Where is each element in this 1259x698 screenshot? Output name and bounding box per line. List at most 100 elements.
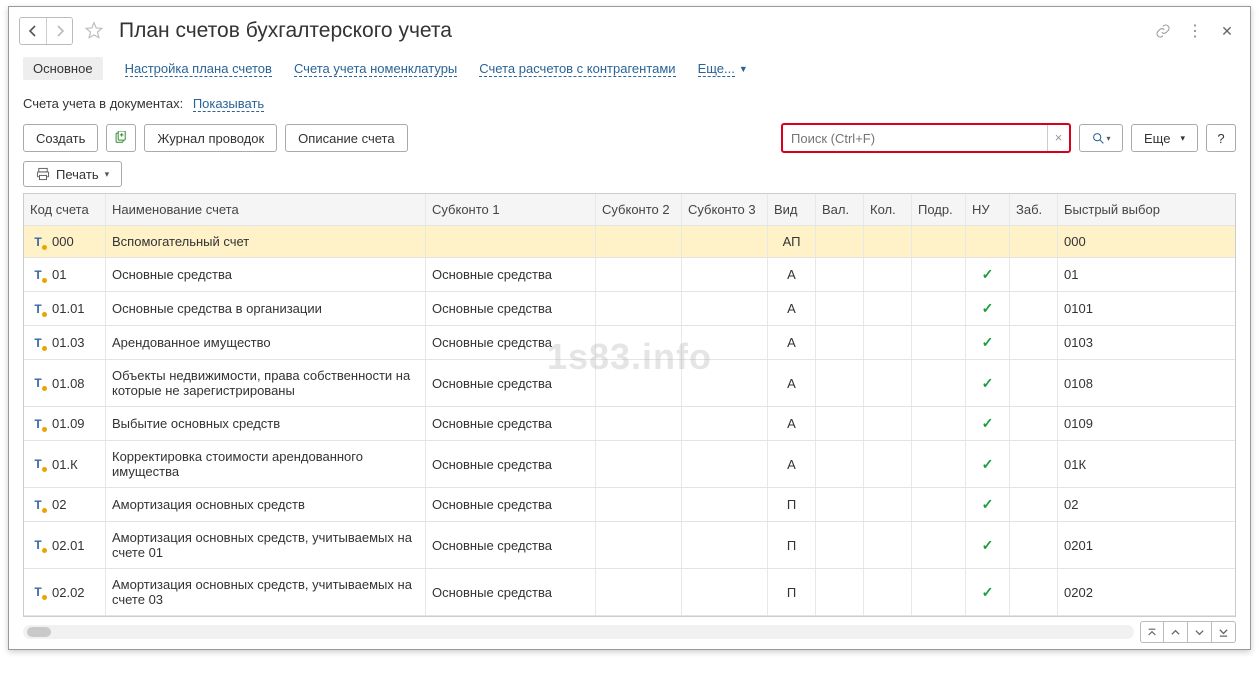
col-zab[interactable]: Заб.: [1010, 194, 1058, 225]
account-type-icon: T: [30, 302, 46, 316]
print-button[interactable]: Печать ▾: [23, 161, 122, 187]
fast-text: 0101: [1064, 301, 1093, 316]
table-row[interactable]: T02.02Амортизация основных средств, учит…: [24, 569, 1235, 616]
create-button[interactable]: Создать: [23, 124, 98, 152]
sk1-text: Основные средства: [432, 497, 552, 512]
scroll-top-button[interactable]: [1140, 621, 1164, 643]
more-button[interactable]: Еще▾: [1131, 124, 1198, 152]
table-row[interactable]: T01.09Выбытие основных средствОсновные с…: [24, 407, 1235, 441]
tab-main[interactable]: Основное: [23, 57, 103, 80]
vid-text: П: [787, 585, 796, 600]
sk1-text: Основные средства: [432, 376, 552, 391]
fast-text: 0201: [1064, 538, 1093, 553]
code-text: 01: [52, 267, 66, 282]
tab-more[interactable]: Еще... ▼: [698, 61, 748, 77]
account-type-icon: T: [30, 417, 46, 431]
account-type-icon: T: [30, 538, 46, 552]
create-copy-button[interactable]: [106, 124, 136, 152]
name-text: Основные средства в организации: [112, 301, 322, 316]
col-val[interactable]: Вал.: [816, 194, 864, 225]
col-fast[interactable]: Быстрый выбор: [1058, 194, 1218, 225]
table-row[interactable]: T000Вспомогательный счетАП000: [24, 226, 1235, 258]
code-text: 01.03: [52, 335, 85, 350]
vid-text: П: [787, 497, 796, 512]
vid-text: АП: [783, 234, 801, 249]
check-icon: ✓: [982, 584, 994, 601]
sk1-text: Основные средства: [432, 538, 552, 553]
code-text: 02.01: [52, 538, 85, 553]
sk1-text: Основные средства: [432, 267, 552, 282]
table-row[interactable]: T02Амортизация основных средствОсновные …: [24, 488, 1235, 522]
favorite-icon[interactable]: [83, 20, 105, 42]
back-button[interactable]: [20, 18, 46, 44]
code-text: 01.01: [52, 301, 85, 316]
subline-link[interactable]: Показывать: [193, 96, 264, 112]
name-text: Основные средства: [112, 267, 232, 282]
check-icon: ✓: [982, 537, 994, 554]
tab-plan-settings[interactable]: Настройка плана счетов: [125, 61, 272, 77]
account-type-icon: T: [30, 336, 46, 350]
check-icon: ✓: [982, 334, 994, 351]
scroll-down-button[interactable]: [1188, 621, 1212, 643]
tab-nomenclature-accounts[interactable]: Счета учета номенклатуры: [294, 61, 457, 77]
name-text: Амортизация основных средств, учитываемы…: [112, 530, 419, 560]
col-podr[interactable]: Подр.: [912, 194, 966, 225]
col-vid[interactable]: Вид: [768, 194, 816, 225]
account-type-icon: T: [30, 457, 46, 471]
col-kol[interactable]: Кол.: [864, 194, 912, 225]
journal-button[interactable]: Журнал проводок: [144, 124, 277, 152]
col-code[interactable]: Код счета: [24, 194, 106, 225]
table-row[interactable]: T 02.01 Амортизация основных средств, учит…: [24, 522, 1235, 569]
col-sk3[interactable]: Субконто 3: [682, 194, 768, 225]
describe-account-button[interactable]: Описание счета: [285, 124, 407, 152]
fast-text: 0202: [1064, 585, 1093, 600]
search-dropdown-button[interactable]: ▾: [1079, 124, 1123, 152]
col-name[interactable]: Наименование счета: [106, 194, 426, 225]
check-icon: ✓: [982, 300, 994, 317]
col-sk2[interactable]: Субконто 2: [596, 194, 682, 225]
scroll-bottom-button[interactable]: [1212, 621, 1236, 643]
search-clear-button[interactable]: ×: [1047, 125, 1069, 151]
tab-counterparty-accounts[interactable]: Счета расчетов с контрагентами: [479, 61, 675, 77]
col-nu[interactable]: НУ: [966, 194, 1010, 225]
chevron-down-icon: ▼: [739, 64, 748, 74]
vid-text: А: [787, 416, 796, 431]
table-row[interactable]: T01Основные средстваОсновные средстваА✓0…: [24, 258, 1235, 292]
search-field: ×: [781, 123, 1071, 153]
fast-text: 0103: [1064, 335, 1093, 350]
check-icon: ✓: [982, 266, 994, 283]
help-button[interactable]: ?: [1206, 124, 1236, 152]
account-type-icon: T: [30, 268, 46, 282]
table-row[interactable]: T 01.К Корректировка стоимости арендованно…: [24, 441, 1235, 488]
table-row[interactable]: T 01.01 Основные средства в организации Осн…: [24, 292, 1235, 326]
code-text: 02: [52, 497, 66, 512]
subline-label: Счета учета в документах:: [23, 96, 183, 111]
check-icon: ✓: [982, 496, 994, 513]
fast-text: 000: [1064, 234, 1086, 249]
forward-button[interactable]: [46, 18, 72, 44]
scroll-up-button[interactable]: [1164, 621, 1188, 643]
sk1-text: Основные средства: [432, 457, 552, 472]
close-icon[interactable]: ✕: [1218, 22, 1236, 40]
horizontal-scrollbar[interactable]: [23, 625, 1134, 639]
search-input[interactable]: [783, 125, 1047, 151]
page-title: План счетов бухгалтерского учета: [119, 19, 1148, 43]
fast-text: 0108: [1064, 376, 1093, 391]
vid-text: А: [787, 376, 796, 391]
kebab-icon[interactable]: ⋮: [1186, 22, 1204, 40]
code-text: 01.К: [52, 457, 78, 472]
sk1-text: Основные средства: [432, 301, 552, 316]
name-text: Корректировка стоимости арендованного им…: [112, 449, 419, 479]
table-row[interactable]: T01.03Арендованное имуществоОсновные сре…: [24, 326, 1235, 360]
col-sk1[interactable]: Субконто 1: [426, 194, 596, 225]
sk1-text: Основные средства: [432, 585, 552, 600]
link-icon[interactable]: [1154, 22, 1172, 40]
check-icon: ✓: [982, 375, 994, 392]
table-row[interactable]: T01.08Объекты недвижимости, права собств…: [24, 360, 1235, 407]
name-text: Объекты недвижимости, права собственност…: [112, 368, 419, 398]
code-text: 000: [52, 234, 74, 249]
accounts-table: Код счета Наименование счета Субконто 1 …: [23, 193, 1236, 617]
fast-text: 01К: [1064, 457, 1086, 472]
name-text: Амортизация основных средств: [112, 497, 305, 512]
name-text: Вспомогательный счет: [112, 234, 249, 249]
